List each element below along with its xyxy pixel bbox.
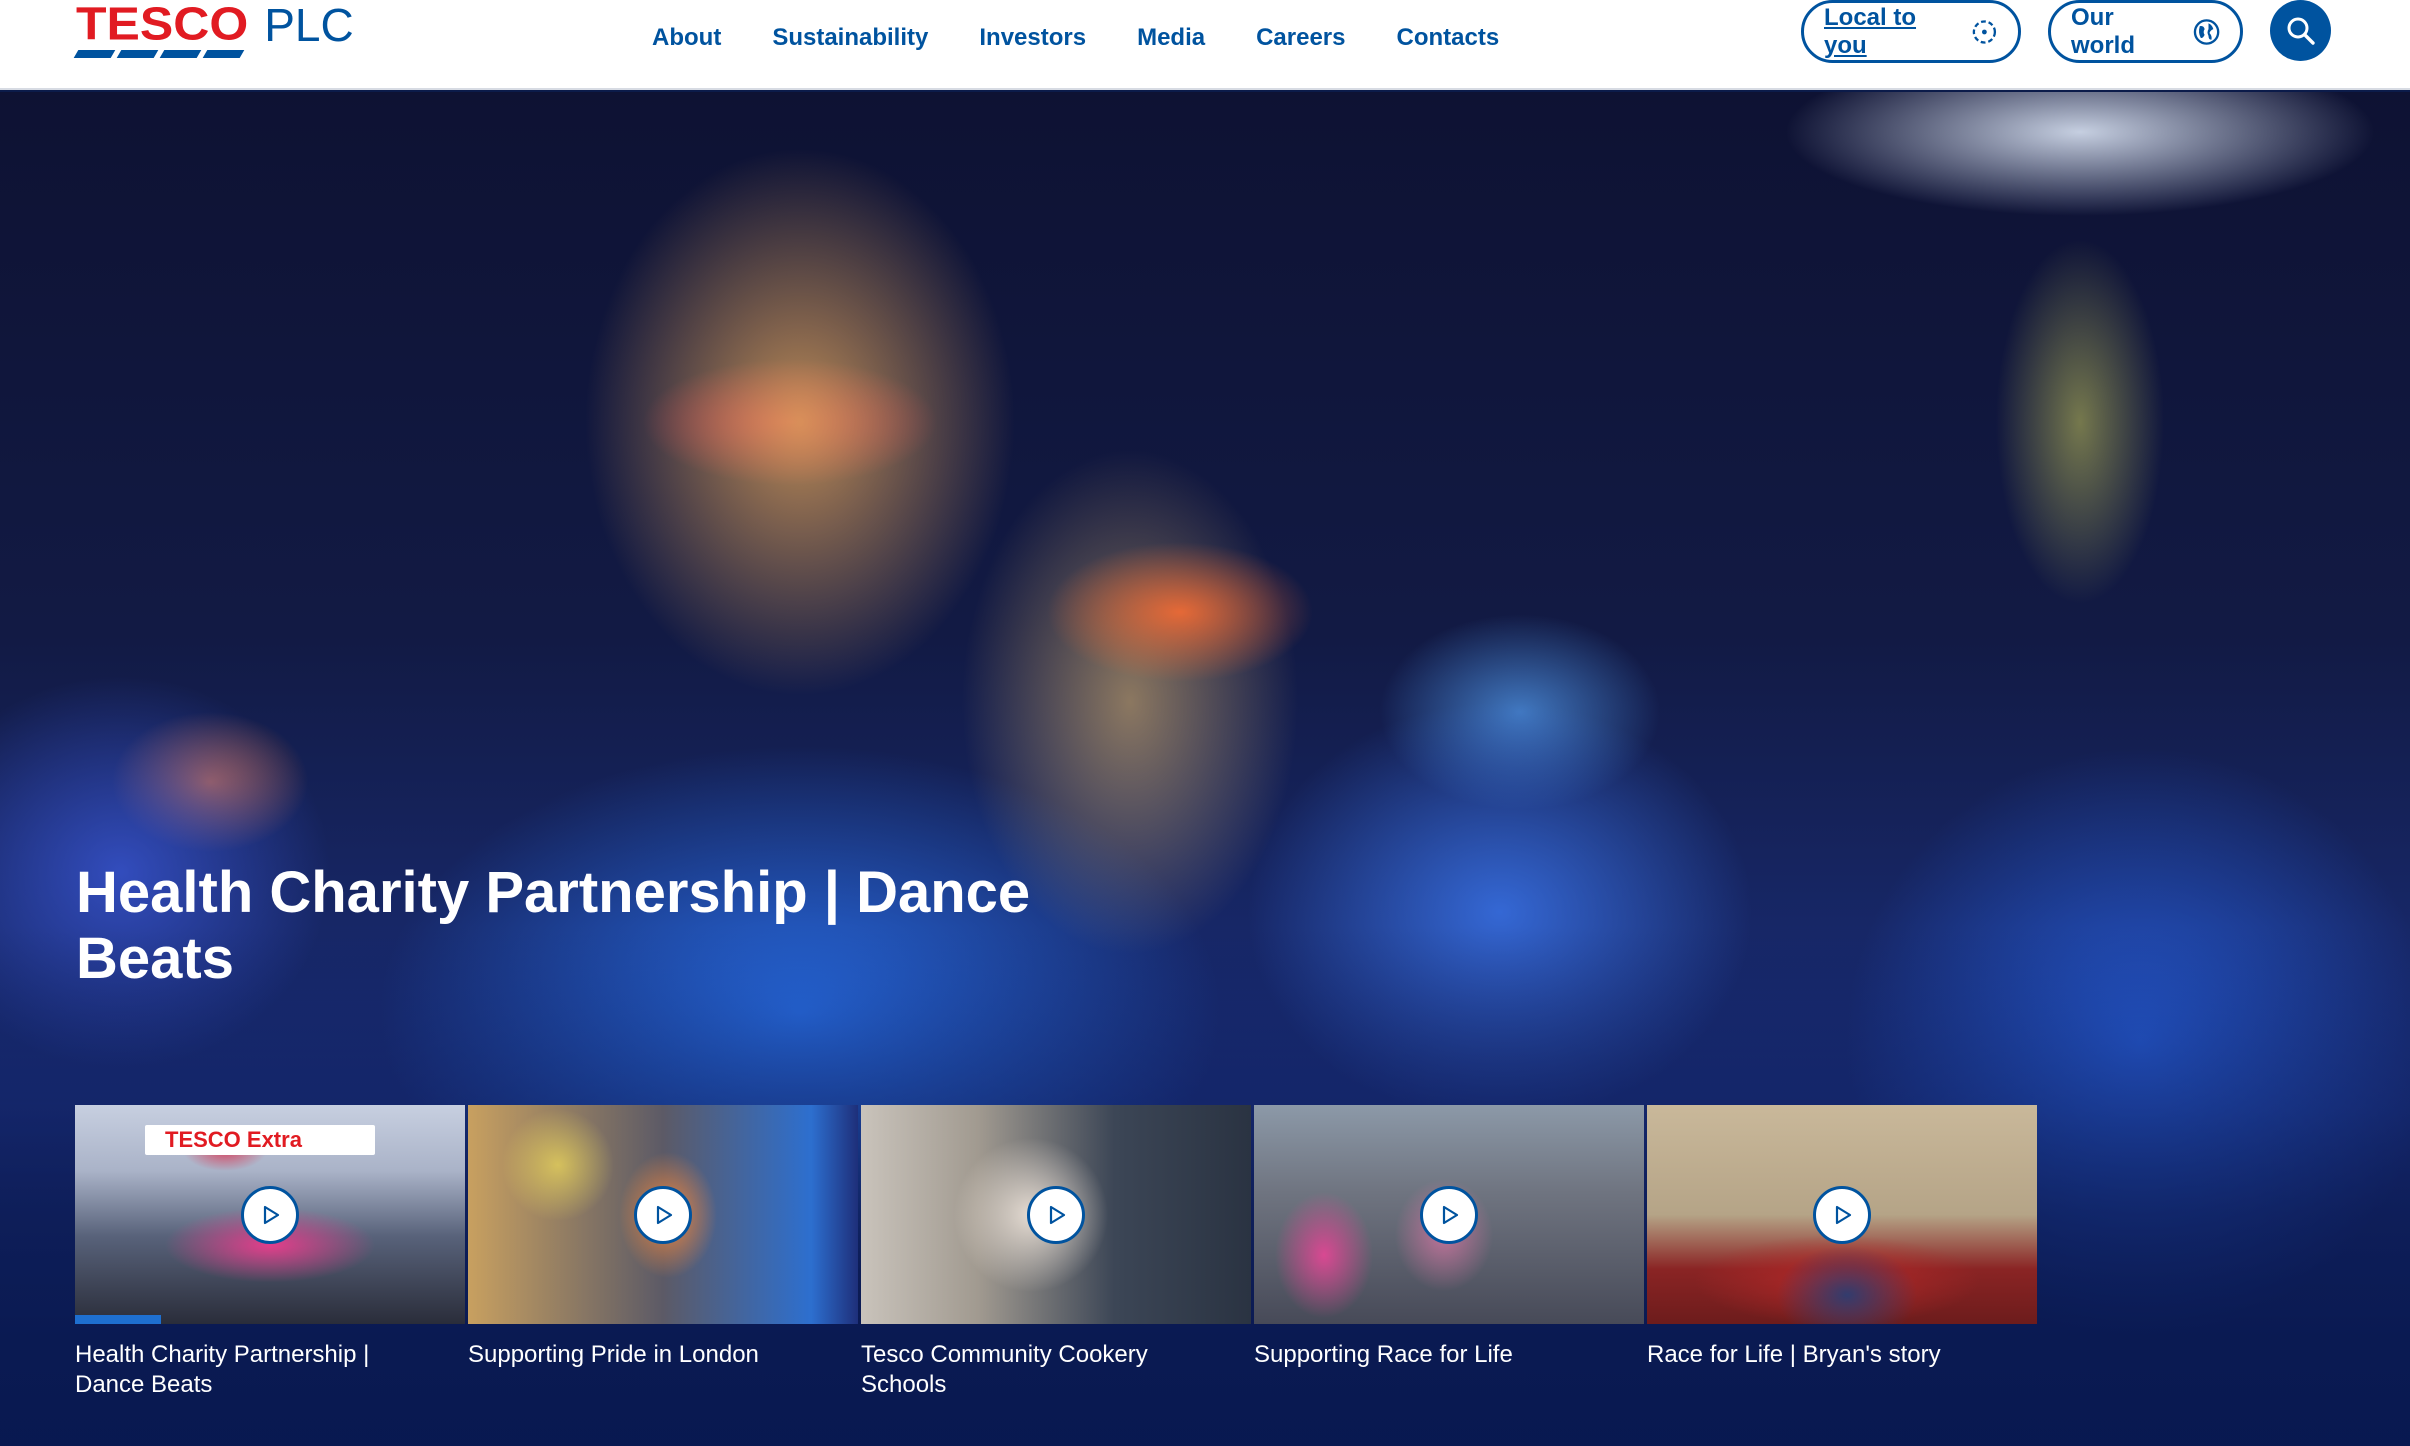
play-icon [1049, 1205, 1066, 1224]
thumbnail-sign-text: TESCO Extra [165, 1127, 302, 1152]
nav-investors[interactable]: Investors [979, 22, 1086, 54]
video-thumbnail[interactable] [861, 1105, 1251, 1324]
video-card-label: Supporting Race for Life [1254, 1341, 1513, 1368]
location-target-icon [1972, 19, 1997, 44]
play-icon [656, 1205, 673, 1224]
video-card-bryans-story[interactable]: Race for Life | Bryan's story [1647, 1105, 2040, 1400]
video-card-label: Race for Life | Bryan's story [1647, 1341, 1941, 1368]
hero-title: Health Charity Partnership | Dance Beats [76, 860, 1031, 991]
our-world-label: Our world [2071, 3, 2135, 59]
video-thumbnail[interactable]: TESCO Extra [75, 1105, 465, 1324]
logo-brand: TESCO [76, 0, 249, 50]
video-thumbnail[interactable] [468, 1105, 858, 1324]
local-to-you-button[interactable]: Local to you [1801, 0, 2021, 63]
video-thumbnail[interactable] [1647, 1105, 2037, 1324]
video-card-dance-beats[interactable]: TESCO Extra Health Charity Partnership |… [75, 1105, 468, 1400]
nav-careers[interactable]: Careers [1256, 22, 1345, 54]
play-button[interactable] [241, 1185, 299, 1244]
our-world-button[interactable]: Our world [2048, 0, 2243, 63]
play-icon [1442, 1205, 1459, 1224]
play-button[interactable] [634, 1185, 692, 1244]
logo-suffix: PLC [264, 0, 354, 51]
video-card-race-for-life[interactable]: Supporting Race for Life [1254, 1105, 1647, 1400]
search-button[interactable] [2270, 0, 2331, 61]
video-card-label: Supporting Pride in London [468, 1341, 759, 1368]
nav-media[interactable]: Media [1137, 22, 1205, 54]
main-nav: About Sustainability Investors Media Car… [652, 22, 1550, 54]
video-card-label: Tesco Community Cookery Schools [861, 1341, 1148, 1398]
video-thumbnail[interactable] [1254, 1105, 1644, 1324]
nav-sustainability[interactable]: Sustainability [772, 22, 928, 54]
play-icon [1835, 1205, 1852, 1224]
play-icon [263, 1205, 280, 1224]
search-icon [2287, 17, 2315, 45]
site-header: TESCO PLC About Sustainability Investors… [0, 0, 2410, 90]
globe-icon [2193, 18, 2220, 45]
logo-stripes [73, 50, 245, 58]
video-progress-bar [75, 1315, 161, 1324]
thumbnail-store-sign: TESCO Extra [145, 1125, 375, 1155]
play-button[interactable] [1027, 1185, 1085, 1244]
nav-about[interactable]: About [652, 22, 721, 54]
nav-contacts[interactable]: Contacts [1397, 22, 1500, 54]
video-card-label: Health Charity Partnership | Dance Beats [75, 1341, 370, 1398]
video-card-pride[interactable]: Supporting Pride in London [468, 1105, 861, 1400]
play-button[interactable] [1813, 1185, 1871, 1244]
video-card-cookery-schools[interactable]: Tesco Community Cookery Schools [861, 1105, 1254, 1400]
play-button[interactable] [1420, 1185, 1478, 1244]
video-carousel: TESCO Extra Health Charity Partnership |… [75, 1105, 2040, 1400]
local-to-you-label: Local to you [1824, 3, 1917, 59]
